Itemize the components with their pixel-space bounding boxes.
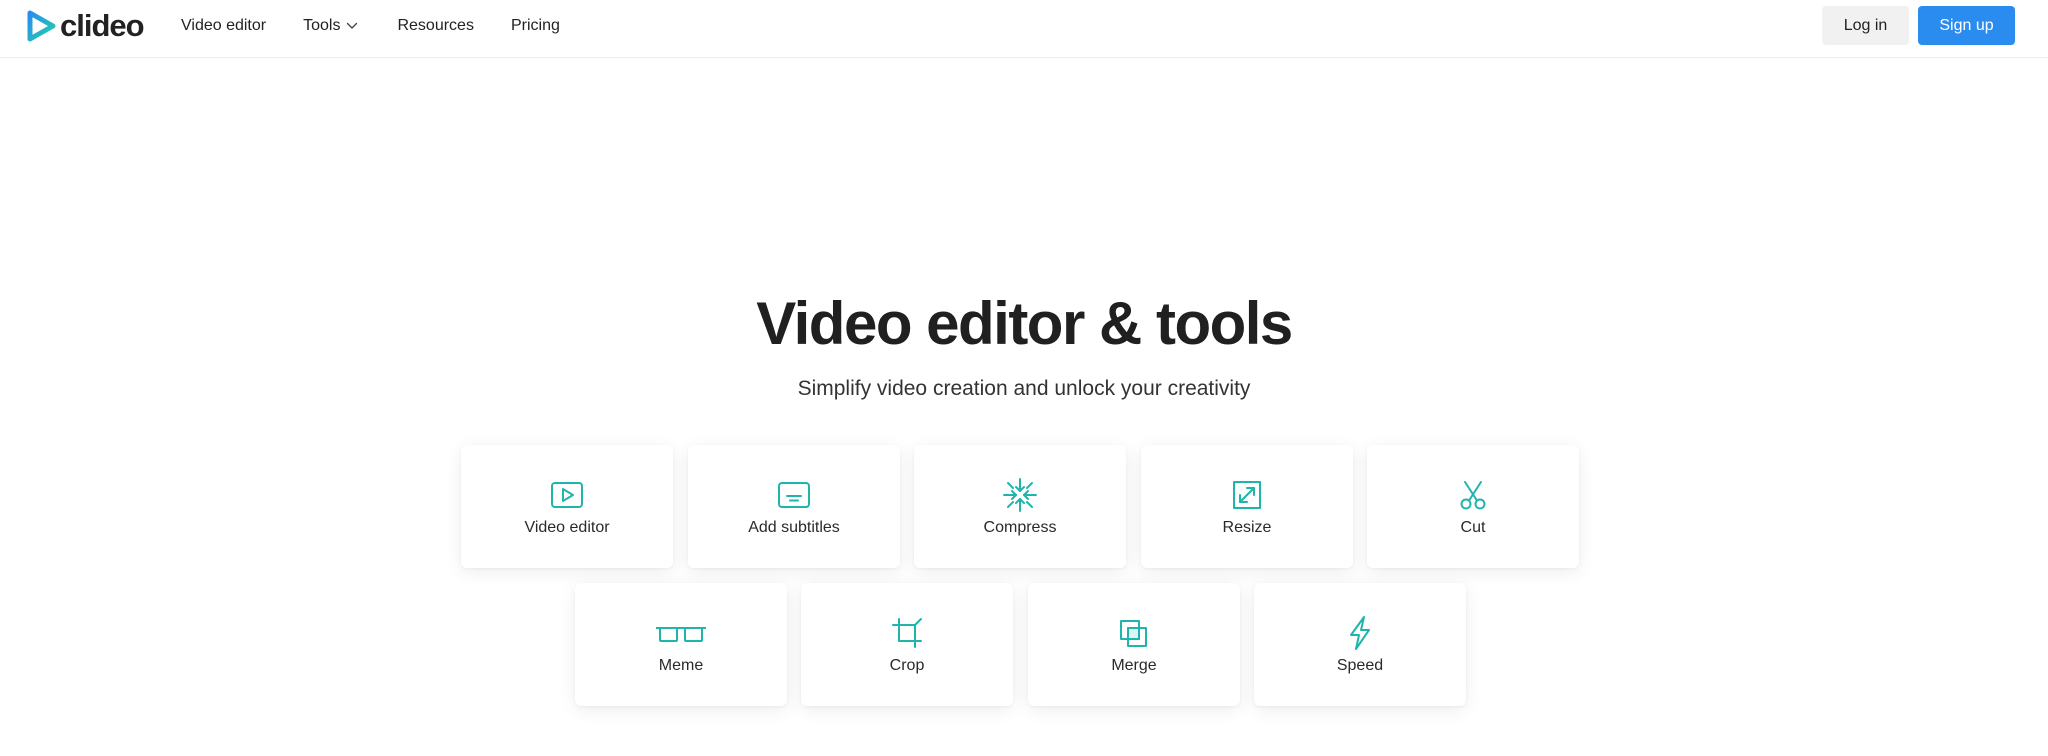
scissors-icon	[1456, 478, 1490, 512]
clideo-logo[interactable]: clideo	[26, 8, 145, 43]
tool-card-label: Meme	[658, 657, 704, 674]
tool-card-label: Compress	[983, 519, 1057, 536]
top-navigation-bar: clideo Video editor Tools Resources Pric…	[0, 0, 2048, 58]
tool-card-label: Add subtitles	[748, 519, 840, 536]
signup-button[interactable]: Sign up	[1918, 6, 2015, 45]
tool-card-label: Crop	[889, 657, 925, 674]
page-title: Video editor & tools	[756, 290, 1293, 357]
tool-card-add-subtitles[interactable]: Add subtitles	[688, 445, 900, 568]
tool-card-meme[interactable]: Meme	[575, 583, 787, 706]
play-screen-icon	[550, 478, 584, 512]
nav-video-editor[interactable]: Video editor	[181, 17, 266, 35]
tool-card-label: Speed	[1336, 657, 1384, 674]
tool-card-merge[interactable]: Merge	[1028, 583, 1240, 706]
nav-resources[interactable]: Resources	[397, 17, 473, 35]
crop-icon	[890, 616, 924, 650]
clideo-play-logo-icon	[27, 10, 56, 42]
tool-card-label: Cut	[1460, 519, 1486, 536]
nav-tools-dropdown[interactable]: Tools	[303, 17, 358, 35]
tool-card-speed[interactable]: Speed	[1254, 583, 1466, 706]
tool-card-label: Resize	[1222, 519, 1272, 536]
tool-card-crop[interactable]: Crop	[801, 583, 1013, 706]
nav-pricing[interactable]: Pricing	[511, 17, 560, 35]
tool-card-video-editor[interactable]: Video editor	[461, 445, 673, 568]
merge-icon	[1117, 616, 1151, 650]
tool-card-resize[interactable]: Resize	[1141, 445, 1353, 568]
nav-tools-label: Tools	[303, 17, 341, 34]
tool-card-label: Video editor	[524, 519, 610, 536]
compress-icon	[1003, 478, 1037, 512]
tool-card-cut[interactable]: Cut	[1367, 445, 1579, 568]
tool-card-label: Merge	[1111, 657, 1157, 674]
subtitles-icon	[777, 478, 811, 512]
tool-card-compress[interactable]: Compress	[914, 445, 1126, 568]
lightning-icon	[1343, 616, 1377, 650]
main-nav: Video editor Tools Resources Pricing	[181, 14, 560, 38]
logo-wordmark: clideo	[60, 8, 145, 43]
resize-icon	[1230, 478, 1264, 512]
login-button[interactable]: Log in	[1822, 6, 1909, 45]
page-subtitle: Simplify video creation and unlock your …	[797, 377, 1251, 400]
meme-glasses-icon	[655, 616, 707, 650]
chevron-down-icon	[347, 22, 358, 29]
